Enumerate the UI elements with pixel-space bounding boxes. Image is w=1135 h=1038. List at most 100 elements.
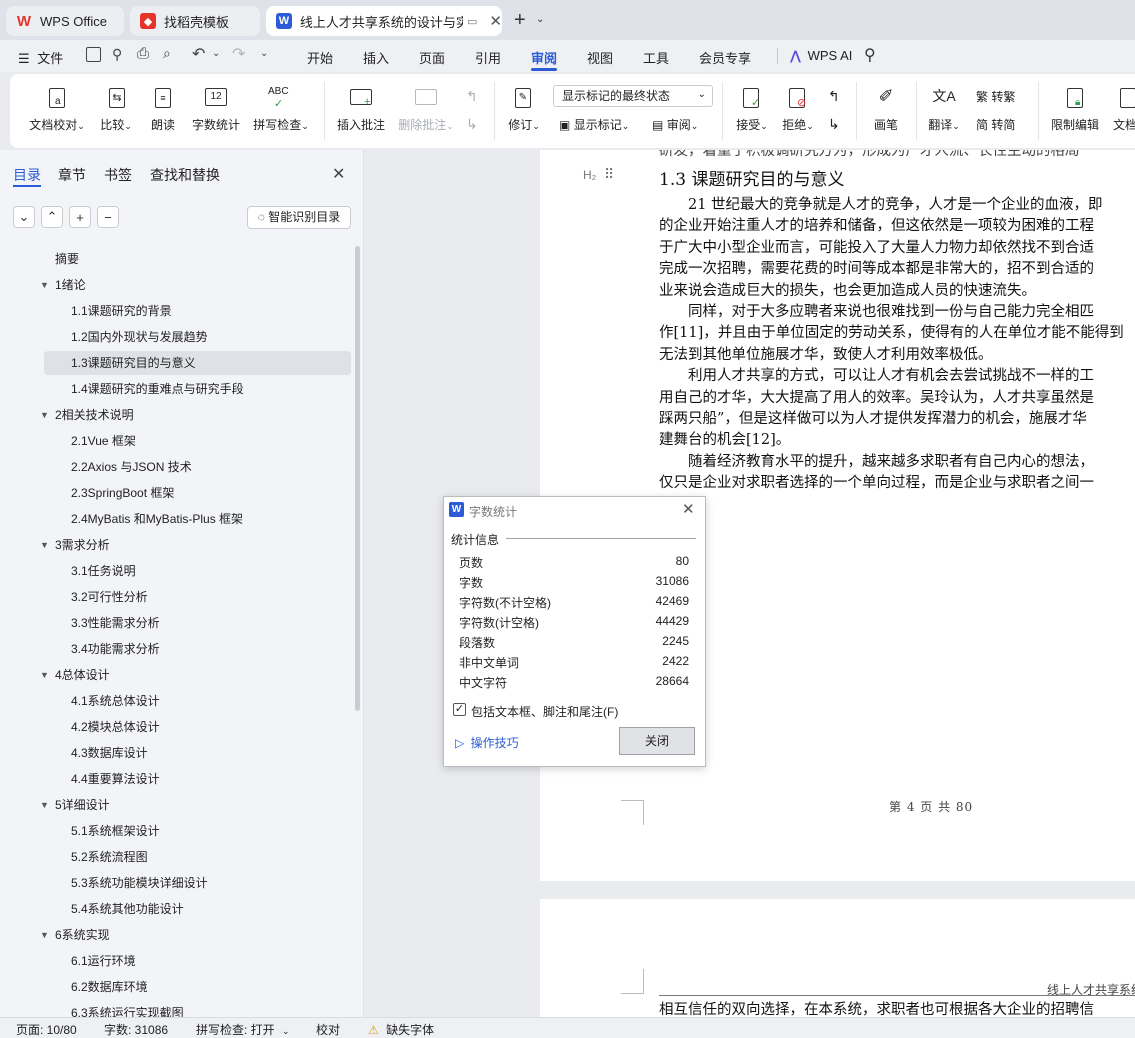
missing-font-indicator[interactable]: ⚠ 缺失字体 [368,1021,434,1038]
revise-button[interactable]: ✎ 修订⌄ [504,74,544,148]
expand-triangle-icon[interactable]: ▼ [40,930,49,940]
menu-review[interactable]: 审阅 [531,48,557,67]
close-icon[interactable]: ✕ [682,500,695,518]
toc-item[interactable]: 2.4MyBatis 和MyBatis-Plus 框架 [71,508,243,530]
search-icon[interactable]: ⚲ [864,45,876,65]
redo-icon[interactable]: ↷ [232,44,245,64]
toc-item[interactable]: 3需求分析 [55,534,110,556]
screen-icon[interactable]: ▭ [467,15,477,28]
menu-view[interactable]: 视图 [587,48,613,67]
read-aloud-button[interactable]: ≡ 朗读 [146,74,180,148]
doc-button[interactable]: 文档 [1110,74,1135,148]
menu-insert[interactable]: 插入 [363,48,389,67]
show-markup-button[interactable]: ▣ 显示标记⌄ [559,116,629,133]
tab-template[interactable]: ◆ 找稻壳模板 [130,6,260,36]
translate-button[interactable]: 文A 翻译⌄ [924,74,964,148]
panel-tab-find-replace[interactable]: 查找和替换 [150,165,220,185]
markup-state-select[interactable]: 显示标记的最终状态 ⌄ [553,85,713,107]
next-change-icon[interactable]: ↳ [828,116,840,133]
doc-check-button[interactable]: a 文档校对⌄ [28,74,86,148]
toc-item[interactable]: 3.1任务说明 [71,560,136,582]
toc-item[interactable]: 6系统实现 [55,924,110,946]
to-simplified-button[interactable]: 简 转简 [976,116,1015,133]
toc-item[interactable]: 4.2模块总体设计 [71,716,160,738]
menu-page[interactable]: 页面 [419,48,445,67]
panel-tab-toc[interactable]: 目录 [13,165,41,185]
reject-button[interactable]: ⊘ 拒绝⌄ [778,74,818,148]
include-textbox-checkbox[interactable]: ✓ [453,703,466,716]
toc-item[interactable]: 1.4课题研究的重难点与研究手段 [71,378,244,400]
tab-wps-office[interactable]: W WPS Office [6,6,124,36]
expand-up-button[interactable]: ⌃ [41,206,63,228]
page-indicator[interactable]: 页面: 10/80 [16,1021,77,1038]
toc-item[interactable]: 3.4功能需求分析 [71,638,160,660]
close-icon[interactable]: ✕ [489,12,502,30]
toc-item[interactable]: 1.1课题研究的背景 [71,300,172,322]
tips-link[interactable]: ▷ 操作技巧 [455,734,519,751]
print-preview-icon[interactable]: ⌕ [163,45,171,62]
toc-item[interactable]: 摘要 [55,248,79,270]
toc-item[interactable]: 5.3系统功能模块详细设计 [71,872,208,894]
spell-check-button[interactable]: ABC ✓ 拼写检查⌄ [250,74,312,148]
expand-triangle-icon[interactable]: ▼ [40,670,49,680]
to-traditional-button[interactable]: 繁 转繁 [976,88,1015,105]
toc-item[interactable]: 2.3SpringBoot 框架 [71,482,174,504]
toc-item[interactable]: 2.2Axios 与JSON 技术 [71,456,192,478]
chevron-down-icon[interactable]: ⌄ [260,48,268,59]
wps-ai-button[interactable]: ⋀ WPS AI [790,48,852,64]
chevron-down-icon[interactable]: ⌄ [536,14,544,25]
toc-item[interactable]: 1.3课题研究目的与意义 [71,352,196,374]
restrict-edit-button[interactable]: 🔒︎ 限制编辑 [1048,74,1102,148]
expand-triangle-icon[interactable]: ▼ [40,410,49,420]
new-tab-button[interactable]: + [514,9,526,32]
close-dialog-button[interactable]: 关闭 [619,727,695,755]
expand-triangle-icon[interactable]: ▼ [40,800,49,810]
delete-comment-button[interactable]: 删除批注⌄ [396,74,456,148]
toc-item[interactable]: 5.4系统其他功能设计 [71,898,184,920]
compare-button[interactable]: ⇆ 比较⌄ [96,74,136,148]
chevron-down-icon[interactable]: ⌄ [212,48,220,59]
toc-item[interactable]: 5.2系统流程图 [71,846,148,868]
menu-reference[interactable]: 引用 [475,48,501,67]
accept-button[interactable]: ✓ 接受⌄ [732,74,772,148]
insert-comment-button[interactable]: + 插入批注 [334,74,388,148]
ink-button[interactable]: ✐ 画笔 [866,74,906,148]
toc-item[interactable]: 1.2国内外现状与发展趋势 [71,326,208,348]
toc-item[interactable]: 6.2数据库环境 [71,976,148,998]
undo-icon[interactable]: ↶ [192,44,205,64]
link-icon[interactable]: ⚲ [112,46,122,63]
toc-item[interactable]: 6.1运行环境 [71,950,136,972]
collapse-all-button[interactable]: ⌄ [13,206,35,228]
panel-tab-section[interactable]: 章节 [58,165,86,185]
review-pane-button[interactable]: ▤ 审阅⌄ [652,116,698,133]
menu-member[interactable]: 会员专享 [699,48,751,67]
toc-item[interactable]: 4.3数据库设计 [71,742,148,764]
toc-item[interactable]: 5详细设计 [55,794,110,816]
word-count-button[interactable]: 12 字数统计 [190,74,242,148]
toc-item[interactable]: 5.1系统框架设计 [71,820,160,842]
toc-item[interactable]: 4.1系统总体设计 [71,690,160,712]
tab-document[interactable]: W 线上人才共享系统的设计与实现 ▭ ✕ [266,6,502,36]
spell-check-indicator[interactable]: 拼写检查: 打开 ⌄ [196,1021,290,1038]
remove-heading-button[interactable]: − [97,206,119,228]
toc-item[interactable]: 3.2可行性分析 [71,586,148,608]
toc-item[interactable]: 3.3性能需求分析 [71,612,160,634]
menu-tools[interactable]: 工具 [643,48,669,67]
proofread-indicator[interactable]: 校对 [316,1021,340,1038]
close-icon[interactable]: ✕ [332,164,345,184]
expand-triangle-icon[interactable]: ▼ [40,540,49,550]
next-comment-icon[interactable]: ↳ [466,116,478,133]
panel-tab-bookmark[interactable]: 书签 [104,165,132,185]
add-heading-button[interactable]: + [69,206,91,228]
menu-start[interactable]: 开始 [307,48,333,67]
previous-change-icon[interactable]: ↰ [828,88,840,105]
toc-item[interactable]: 4.4重要算法设计 [71,768,160,790]
word-count-indicator[interactable]: 字数: 31086 [104,1021,168,1038]
toc-item[interactable]: 1绪论 [55,274,86,296]
toc-item[interactable]: 2.1Vue 框架 [71,430,136,452]
file-menu[interactable]: ☰ 文件 [18,48,63,67]
drag-handle-icon[interactable]: ⠿ [604,166,614,183]
save-icon[interactable] [86,47,101,62]
toc-item[interactable]: 2相关技术说明 [55,404,134,426]
previous-comment-icon[interactable]: ↰ [466,88,478,105]
